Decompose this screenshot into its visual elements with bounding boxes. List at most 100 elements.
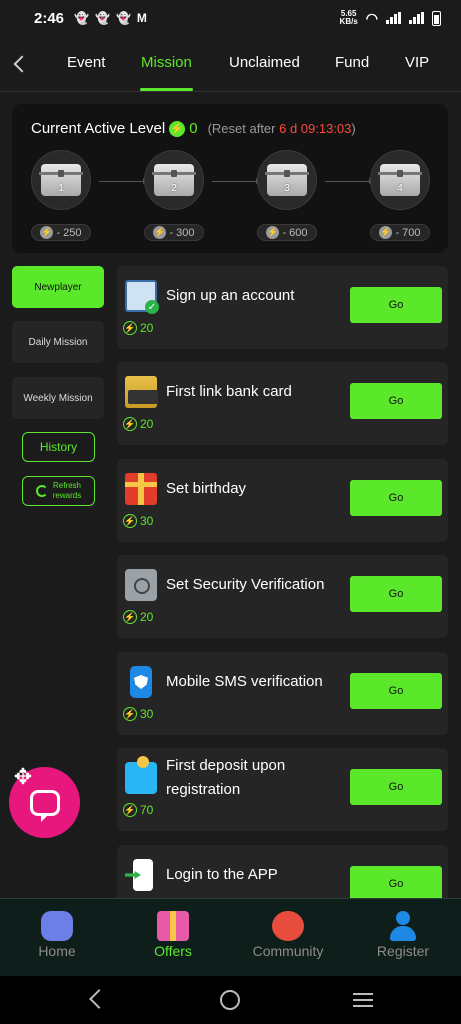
- system-recents-icon[interactable]: [353, 993, 373, 1007]
- active-level-card: Current Active Level ⚡ 0 (Reset after 6 …: [12, 104, 448, 253]
- mission-card: First link bank card ⚡ 20 Go: [117, 362, 448, 445]
- mission-reward-value: 70: [140, 803, 154, 817]
- nav-home[interactable]: Home: [12, 899, 102, 977]
- refresh-label: Refresh rewards: [53, 481, 81, 501]
- tab-bar: Event Mission Unclaimed Fund VIP: [0, 36, 461, 92]
- lightning-icon: ⚡: [153, 226, 167, 239]
- snapchat-icon: 👻: [115, 11, 131, 25]
- snapchat-icon: 👻: [74, 11, 89, 25]
- tab-unclaimed[interactable]: Unclaimed: [229, 54, 300, 71]
- system-nav-bar: [0, 976, 461, 1024]
- signal-icon: [386, 12, 401, 24]
- treasure-chest-icon: 3: [265, 164, 309, 196]
- tab-vip[interactable]: VIP: [405, 54, 429, 71]
- chest-number: 4: [397, 183, 403, 194]
- mission-reward-value: 20: [140, 610, 154, 624]
- mission-title: Mobile SMS verification: [166, 673, 323, 690]
- status-time: 2:46: [34, 9, 65, 27]
- mission-reward: ⚡ 30: [123, 514, 153, 528]
- mission-reward: ⚡ 70: [123, 803, 153, 817]
- network-speed-unit: KB/s: [339, 17, 358, 26]
- nav-register-label: Register: [376, 943, 430, 959]
- chest-number: 2: [171, 183, 177, 194]
- mission-reward: ⚡ 20: [123, 321, 153, 335]
- refresh-icon: [35, 485, 48, 497]
- mission-title: Login to the APP: [166, 866, 278, 883]
- bottom-nav: Home Offers Community Register: [0, 898, 461, 976]
- gamepad-icon: [41, 911, 73, 941]
- tab-mission[interactable]: Mission: [141, 54, 192, 71]
- lightning-icon: ⚡: [123, 514, 137, 528]
- app-root: 2:46 👻 👻 👻 M 5.65 KB/s ◠ Event Mission U…: [0, 0, 461, 1024]
- chest-level-3[interactable]: 3: [257, 150, 317, 210]
- mission-reward: ⚡ 30: [123, 707, 153, 721]
- history-button[interactable]: History: [22, 432, 95, 462]
- level-title: Current Active Level: [31, 120, 166, 137]
- nav-offers-label: Offers: [154, 943, 192, 959]
- status-right: 5.65 KB/s ◠: [340, 10, 441, 27]
- go-button[interactable]: Go: [350, 287, 442, 323]
- wifi-icon: ◠: [365, 9, 378, 26]
- chest-points-value: 700: [402, 226, 421, 239]
- treasure-chest-icon: 4: [378, 164, 422, 196]
- mission-reward: ⚡ 20: [123, 610, 153, 624]
- go-button[interactable]: Go: [350, 769, 442, 805]
- side-tab-daily-mission[interactable]: Daily Mission: [12, 321, 104, 363]
- lightning-icon: ⚡: [379, 226, 393, 239]
- chest-points: ⚡ -600: [257, 224, 317, 241]
- refresh-rewards-button[interactable]: Refresh rewards: [22, 476, 95, 506]
- reset-prefix: (Reset after: [207, 121, 280, 136]
- signal-icon: [409, 12, 424, 24]
- system-home-icon[interactable]: [220, 990, 240, 1010]
- mission-card: Set birthday ⚡ 30 Go: [117, 459, 448, 542]
- lightning-icon: ⚡: [123, 321, 137, 335]
- side-tab-weekly-mission[interactable]: Weekly Mission: [12, 377, 104, 419]
- tab-fund[interactable]: Fund: [335, 54, 369, 71]
- nav-register[interactable]: Register: [358, 899, 448, 977]
- go-button[interactable]: Go: [350, 480, 442, 516]
- mission-card: Set Security Verification ⚡ 20 Go: [117, 555, 448, 638]
- nav-offers[interactable]: Offers: [128, 899, 218, 977]
- arrow-connector: [325, 178, 375, 184]
- chest-points: ⚡ -250: [31, 224, 91, 241]
- battery-icon: [432, 10, 441, 26]
- mission-title: Set birthday: [166, 480, 247, 497]
- mission-reward-value: 20: [140, 417, 154, 431]
- safe-icon: [125, 569, 157, 601]
- gift-icon: [125, 473, 157, 505]
- mission-reward-value: 30: [140, 707, 154, 721]
- bank-card-icon: [125, 376, 158, 408]
- move-drag-icon[interactable]: ✥: [10, 764, 36, 790]
- chest-level-4[interactable]: 4: [370, 150, 430, 210]
- go-button[interactable]: Go: [350, 576, 442, 612]
- phone-shield-icon: [130, 666, 152, 698]
- chat-bubble-icon: [29, 789, 60, 822]
- mission-title: First deposit upon registration: [166, 757, 286, 798]
- treasure-chest-icon: 1: [39, 164, 83, 196]
- active-tab-indicator: [140, 88, 193, 91]
- go-button[interactable]: Go: [350, 866, 442, 902]
- nav-community[interactable]: Community: [243, 899, 333, 977]
- lightning-icon: ⚡: [266, 226, 280, 239]
- back-arrow-icon[interactable]: [10, 50, 34, 78]
- mission-card: Mobile SMS verification ⚡ 30 Go: [117, 652, 448, 735]
- chest-points: ⚡ -300: [144, 224, 204, 241]
- chest-number: 1: [58, 183, 64, 194]
- lightning-icon: ⚡: [123, 610, 137, 624]
- notification-icons: 👻 👻 👻 M: [74, 11, 147, 25]
- tab-event[interactable]: Event: [67, 54, 105, 71]
- lightning-icon: ⚡: [169, 120, 186, 137]
- mission-reward-value: 20: [140, 321, 154, 335]
- side-tab-newplayer[interactable]: Newplayer: [12, 266, 104, 308]
- nav-home-label: Home: [38, 943, 76, 959]
- reset-timer: (Reset after 6 d 09:13:03): [208, 121, 356, 136]
- system-back-icon[interactable]: [89, 989, 109, 1009]
- chest-level-1[interactable]: 1: [31, 150, 91, 210]
- arrow-connector: [212, 178, 262, 184]
- go-button[interactable]: Go: [350, 673, 442, 709]
- lightning-icon: ⚡: [123, 417, 137, 431]
- chest-points-value: 300: [176, 226, 195, 239]
- mission-card: Sign up an account ⚡20 Go: [117, 266, 448, 349]
- go-button[interactable]: Go: [350, 383, 442, 419]
- chest-level-2[interactable]: 2: [144, 150, 204, 210]
